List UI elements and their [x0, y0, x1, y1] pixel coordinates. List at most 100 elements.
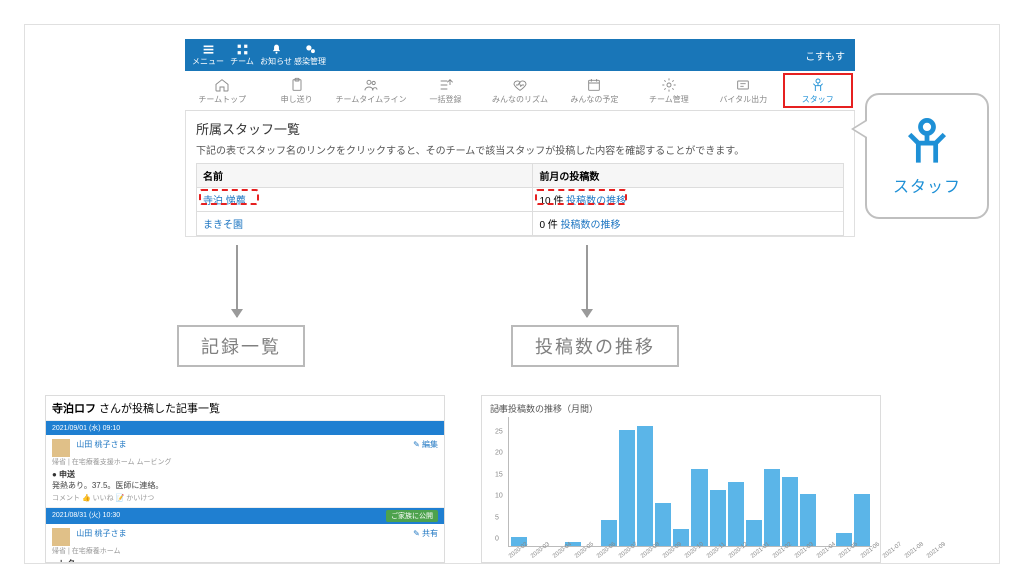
batch-icon — [438, 77, 454, 93]
chart-bar — [710, 490, 726, 546]
post-count: 0 件 — [539, 220, 557, 231]
nav-vital-label: バイタル出力 — [719, 94, 767, 105]
records-staffname: 寺泊ロフ — [52, 403, 96, 415]
trend-link[interactable]: 投稿数の推移 — [561, 220, 621, 231]
chart-bar — [637, 426, 653, 546]
label-records: 記録一覧 — [177, 325, 305, 367]
chart-xlabels: 2020-022020-032020-042020-052020-062020-… — [508, 549, 872, 563]
app-frame: メニュー チーム お知らせ 感染管理 こすもす — [185, 39, 855, 237]
chart-ytick: 0 — [495, 536, 499, 543]
chart-bar — [601, 520, 617, 546]
infection-button[interactable]: 感染管理 — [293, 43, 327, 67]
entry-body: 発熱あり。37.5。医師に連絡。 — [52, 481, 163, 490]
avatar — [52, 528, 70, 546]
nav-transfer-label: 申し送り — [281, 94, 313, 105]
chart-bar — [691, 469, 707, 546]
heartbeat-icon — [512, 77, 528, 93]
nav-schedule-label: みんなの予定 — [570, 94, 618, 105]
chart-ytick: 25 — [495, 428, 503, 435]
nav-batch-label: 一括登録 — [430, 94, 462, 105]
home-icon — [214, 77, 230, 93]
nav-teamtop[interactable]: チームトップ — [185, 71, 259, 110]
records-panel: 寺泊ロフ さんが投稿した記事一覧 2021/09/01 (水) 09:10 山田… — [45, 395, 445, 563]
table-row: まきそ園 0 件 投稿数の推移 — [197, 212, 844, 236]
chart-bar — [782, 477, 798, 546]
entry-name[interactable]: 山田 桃子さま — [76, 529, 126, 538]
nav-timeline-label: チームタイムライン — [335, 94, 406, 105]
notice-label: お知らせ — [260, 56, 292, 67]
nav-schedule[interactable]: みんなの予定 — [557, 71, 631, 110]
bell-icon — [270, 43, 283, 56]
chart-panel: 記事投稿数の推移（月間） 051015202530 2020-022020-03… — [481, 395, 881, 563]
entry-name[interactable]: 山田 桃子さま — [76, 440, 126, 449]
notice-button[interactable]: お知らせ — [259, 43, 293, 67]
chart-xtick: 2021-09 — [926, 541, 952, 566]
edit-link[interactable]: ✎ 共有 — [413, 528, 438, 539]
nav-manage-label: チーム管理 — [649, 94, 689, 105]
date-text: 2021/08/31 (火) 10:30 — [52, 510, 120, 522]
col-name: 名前 — [197, 164, 533, 188]
chart-bars — [509, 417, 872, 546]
nav-staff[interactable]: スタッフ — [781, 71, 855, 110]
entry-tag: ● 申送 — [52, 470, 75, 479]
arrow-right — [586, 245, 588, 317]
edit-link[interactable]: ✎ 編集 — [413, 439, 438, 450]
chart-ytick: 30 — [495, 407, 503, 414]
panel-desc: 下記の表でスタッフ名のリンクをクリックすると、そのチームで該当スタッフが投稿した… — [196, 142, 844, 157]
dashed-highlight — [535, 189, 627, 205]
infection-label: 感染管理 — [294, 56, 326, 67]
hamburger-icon — [202, 43, 215, 56]
menu-button[interactable]: メニュー — [191, 43, 225, 67]
date-text: 2021/09/01 (水) 09:10 — [52, 423, 120, 433]
menu-label: メニュー — [192, 56, 224, 67]
export-icon — [735, 77, 751, 93]
panel-title: 所属スタッフ一覧 — [196, 119, 844, 138]
callout-label: スタッフ — [893, 173, 961, 197]
entry-social[interactable]: コメント 👍 いいね 📝 かいけつ — [52, 493, 438, 503]
chart-bar — [746, 520, 762, 546]
records-heading: 寺泊ロフ さんが投稿した記事一覧 — [46, 396, 444, 421]
callout-tail — [851, 119, 867, 139]
highlight-box — [783, 73, 853, 108]
date-bar: 2021/09/01 (水) 09:10 — [46, 421, 444, 435]
entry-tag: ● レク — [52, 559, 75, 563]
chart-bar — [800, 494, 816, 546]
chart-title: 記事投稿数の推移（月間） — [490, 402, 872, 415]
user-name[interactable]: こすもす — [805, 48, 849, 63]
topbar: メニュー チーム お知らせ 感染管理 こすもす — [185, 39, 855, 71]
person-icon — [901, 115, 953, 167]
chart-ytick: 15 — [495, 471, 503, 478]
table-row: 寺泊 悌薦 10 件 投稿数の推移 — [197, 188, 844, 212]
chart-ytick: 5 — [495, 514, 499, 521]
records-heading-suffix: さんが投稿した記事一覧 — [96, 403, 220, 415]
record-entry[interactable]: 山田 桃子さま ✎ 共有 帰省 | 在宅療養ホーム ● レク折り紙のレクを楽しま… — [46, 524, 444, 563]
page-outer: メニュー チーム お知らせ 感染管理 こすもす — [24, 24, 1000, 564]
team-button[interactable]: チーム — [225, 43, 259, 67]
nav-batch[interactable]: 一括登録 — [408, 71, 482, 110]
nav-manage[interactable]: チーム管理 — [632, 71, 706, 110]
date-bar: 2021/08/31 (火) 10:30 ご家族に公開 — [46, 508, 444, 524]
chart-plot: 051015202530 — [508, 417, 872, 547]
family-badge: ご家族に公開 — [386, 510, 438, 522]
arrow-left — [236, 245, 238, 317]
chart-bar — [836, 533, 852, 546]
staff-table: 名前 前月の投稿数 寺泊 悌薦 10 件 投稿数の推移 まきそ園 — [196, 163, 844, 236]
record-entry[interactable]: 山田 桃子さま ✎ 編集 帰省 | 在宅療養支援ホーム ムービング ● 申送発熱… — [46, 435, 444, 508]
nav-vital[interactable]: バイタル出力 — [706, 71, 780, 110]
nav-bar: チームトップ 申し送り チームタイムライン 一括登録 みんなのリズム みんなの予… — [185, 71, 855, 111]
col-posts: 前月の投稿数 — [533, 164, 844, 188]
entry-meta: 帰省 | 在宅療養支援ホーム ムービング — [52, 457, 438, 467]
dashed-highlight — [199, 189, 259, 205]
team-label: チーム — [230, 56, 254, 67]
nav-rhythm[interactable]: みんなのリズム — [483, 71, 557, 110]
people-icon — [363, 77, 379, 93]
nav-transfer[interactable]: 申し送り — [259, 71, 333, 110]
nav-rhythm-label: みんなのリズム — [492, 94, 548, 105]
entry-meta: 帰省 | 在宅療養ホーム — [52, 546, 438, 556]
staff-callout: スタッフ — [865, 93, 989, 219]
avatar — [52, 439, 70, 457]
chart-ytick: 10 — [495, 493, 503, 500]
staff-name-link[interactable]: まきそ園 — [203, 220, 243, 231]
staff-panel: 所属スタッフ一覧 下記の表でスタッフ名のリンクをクリックすると、そのチームで該当… — [185, 111, 855, 237]
nav-timeline[interactable]: チームタイムライン — [334, 71, 408, 110]
